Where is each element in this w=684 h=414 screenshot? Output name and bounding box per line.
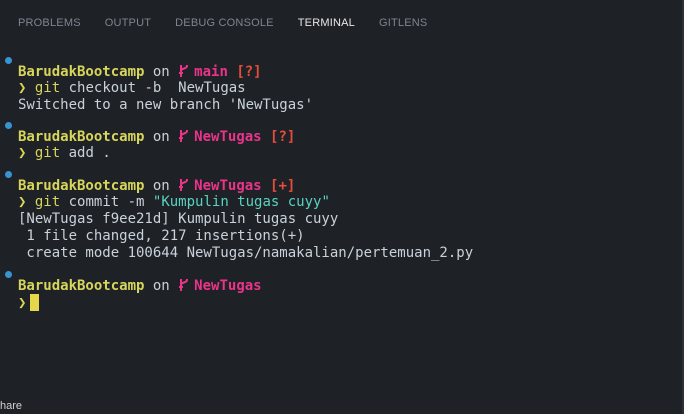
tab-problems[interactable]: PROBLEMS — [0, 17, 93, 35]
prompt-line: BarudakBootcamp on main [?] — [18, 63, 684, 80]
prompt-on: on — [152, 178, 170, 194]
prompt-branch: main — [194, 64, 228, 80]
prompt-on: on — [152, 64, 170, 80]
command-decoration-dot[interactable] — [5, 271, 12, 278]
tab-terminal[interactable]: TERMINAL — [286, 17, 367, 35]
output-line: Switched to a new branch 'NewTugas' — [18, 97, 314, 113]
terminal-output[interactable]: BarudakBootcamp on main [?] ❯ git checko… — [0, 46, 684, 414]
command-line: ❯ git add . — [18, 145, 684, 162]
prompt-symbol: ❯ — [18, 295, 27, 311]
prompt-on: on — [152, 129, 170, 145]
prompt-user: BarudakBootcamp — [18, 64, 145, 80]
prompt-user: BarudakBootcamp — [18, 278, 145, 294]
git-branch-icon — [179, 179, 189, 191]
command-git: git — [34, 145, 61, 161]
prompt-status: [?] — [270, 129, 296, 145]
command-args: add . — [60, 145, 111, 161]
statusbar-partial-item[interactable]: hare — [0, 400, 22, 412]
prompt-branch: NewTugas — [194, 129, 262, 145]
terminal-block: BarudakBootcamp on NewTugas ❯ — [0, 271, 684, 311]
command-line: ❯ git checkout -b NewTugas — [18, 80, 684, 97]
command-decoration-dot[interactable] — [5, 171, 12, 178]
command-args: commit -m — [60, 194, 153, 210]
command-line: ❯ — [18, 294, 684, 311]
prompt-line: BarudakBootcamp on NewTugas [?] — [18, 128, 684, 145]
output-line: create mode 100644 NewTugas/namakalian/p… — [18, 245, 474, 261]
output-line: 1 file changed, 217 insertions(+) — [18, 228, 305, 244]
prompt-on: on — [152, 278, 170, 294]
output-line: [NewTugas f9ee21d] Kumpulin tugas cuyy — [18, 211, 339, 227]
prompt-line: BarudakBootcamp on NewTugas — [18, 277, 684, 294]
tab-debug-console[interactable]: DEBUG CONSOLE — [163, 17, 286, 35]
tab-gitlens[interactable]: GITLENS — [367, 17, 439, 35]
git-branch-icon — [179, 130, 189, 142]
prompt-user: BarudakBootcamp — [18, 178, 145, 194]
tab-output[interactable]: OUTPUT — [93, 17, 163, 35]
panel-tabs: PROBLEMS OUTPUT DEBUG CONSOLE TERMINAL G… — [0, 0, 684, 46]
prompt-symbol: ❯ — [18, 194, 27, 210]
prompt-line: BarudakBootcamp on NewTugas [+] — [18, 177, 684, 194]
prompt-symbol: ❯ — [18, 145, 27, 161]
prompt-branch: NewTugas — [194, 178, 262, 194]
git-branch-icon — [179, 279, 189, 291]
terminal-block: BarudakBootcamp on NewTugas [?] ❯ git ad… — [0, 122, 684, 162]
command-decoration-dot[interactable] — [5, 57, 12, 64]
terminal-block: BarudakBootcamp on main [?] ❯ git checko… — [0, 55, 684, 114]
prompt-branch: NewTugas — [194, 278, 262, 294]
command-line: ❯ git commit -m "Kumpulin tugas cuyy" — [18, 194, 684, 211]
commit-message: "Kumpulin tugas cuyy" — [152, 194, 330, 210]
command-git: git — [34, 194, 61, 210]
terminal-cursor — [30, 294, 40, 311]
command-git: git — [34, 80, 61, 96]
command-args: checkout -b NewTugas — [60, 80, 246, 96]
git-branch-icon — [179, 65, 189, 77]
prompt-user: BarudakBootcamp — [18, 129, 145, 145]
command-decoration-dot[interactable] — [5, 122, 12, 129]
prompt-status: [?] — [236, 64, 262, 80]
prompt-symbol: ❯ — [18, 80, 27, 96]
prompt-status: [+] — [270, 178, 296, 194]
terminal-block: BarudakBootcamp on NewTugas [+] ❯ git co… — [0, 171, 684, 262]
